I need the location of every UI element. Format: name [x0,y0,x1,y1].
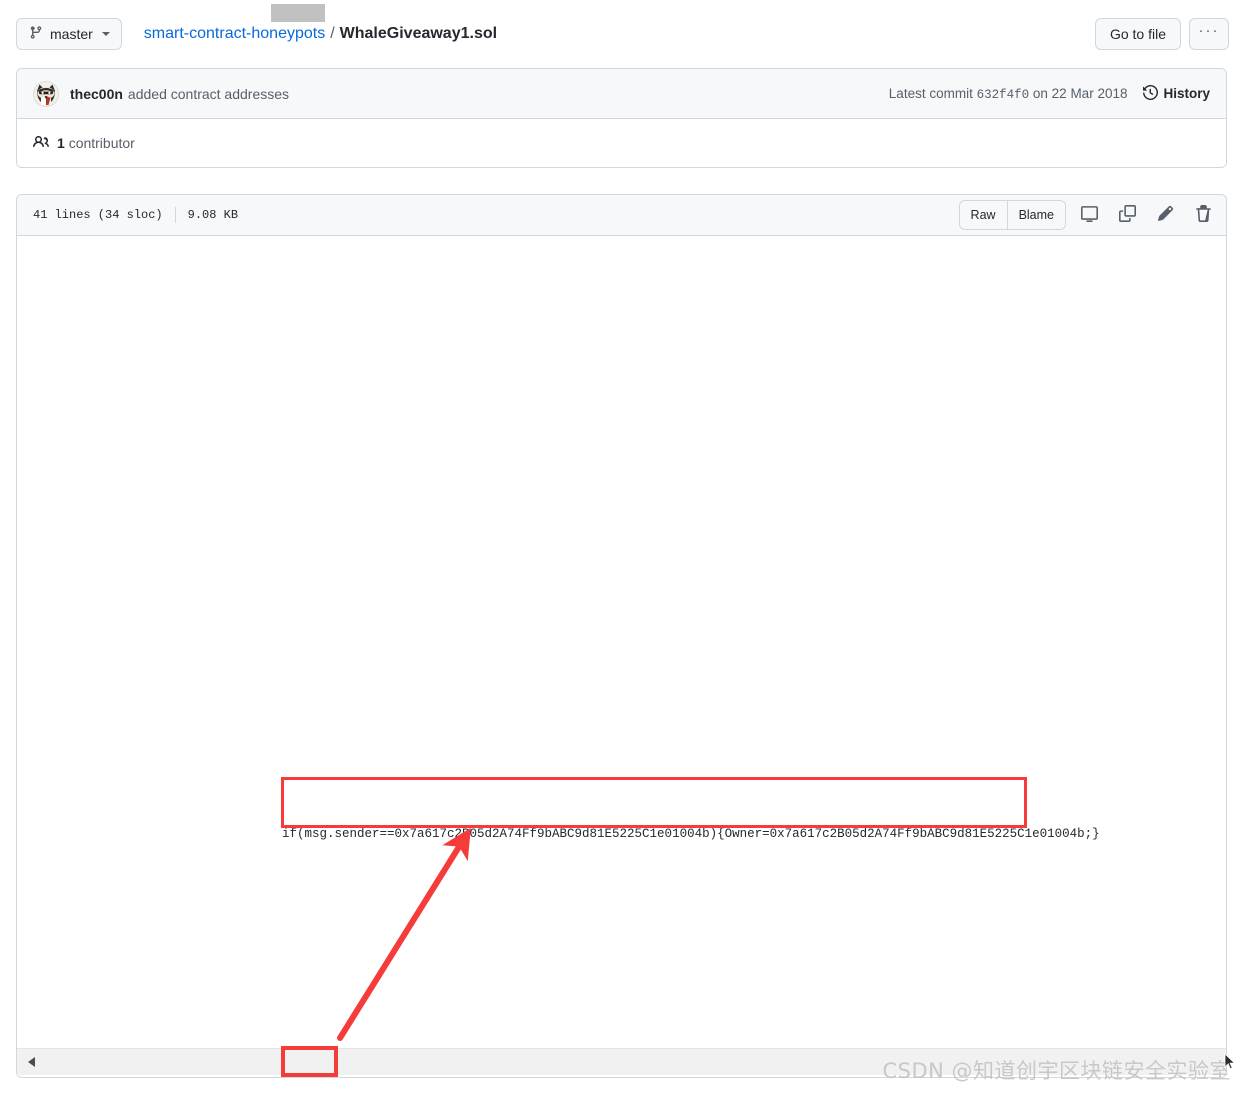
triangle-left-icon [28,1057,35,1067]
contributors-label: contributor [68,135,135,151]
file-header-toolbar: 41 lines (34 sloc) 9.08 KB Raw Blame [17,195,1226,236]
commit-message-link[interactable]: added contract addresses [128,86,289,102]
chevron-down-icon [101,32,110,36]
code-viewport[interactable]: if(msg.sender==0x7a617c2B05d2A74Ff9bABC9… [17,236,1226,1059]
history-clock-icon [1143,84,1159,103]
commit-date-preposition: on [1032,85,1048,101]
contributors-count: 1 [57,135,65,151]
edit-file-button[interactable] [1150,201,1180,229]
git-branch-icon [29,25,43,43]
file-stats: 41 lines (34 sloc) 9.08 KB [33,207,238,223]
contributors-link[interactable]: 1 contributor [57,135,135,151]
pencil-icon [1157,205,1174,225]
file-actions: Raw Blame [958,200,1218,230]
breadcrumb-file-name: WhaleGiveaway1.sol [339,25,498,42]
avatar[interactable] [33,80,59,107]
latest-commit-panel: thec00n added contract addresses Latest … [16,68,1227,168]
breadcrumb-repo-link[interactable]: smart-contract-honeypots [144,25,325,43]
raw-blame-segmented-control: Raw Blame [958,200,1066,230]
more-options-button[interactable]: ··· [1189,18,1229,50]
stats-divider [174,207,176,223]
mouse-cursor-icon [1224,1053,1236,1070]
commit-sha-link[interactable]: 632f4f0 [977,88,1030,102]
commit-author-link[interactable]: thec00n [70,86,123,102]
latest-commit-info: Latest commit 632f4f0 on 22 Mar 2018 [889,86,1128,102]
history-label: History [1163,86,1210,101]
history-link[interactable]: History [1143,84,1210,103]
file-nav-toolbar: master smart-contract-honeypots / WhaleG… [16,14,1229,54]
raw-button[interactable]: Raw [959,201,1007,229]
people-icon [33,134,49,153]
file-size-label: 9.08 KB [187,208,239,222]
trash-icon [1195,205,1212,225]
blame-button[interactable]: Blame [1006,201,1065,229]
commit-meta: Latest commit 632f4f0 on 22 Mar 2018 His… [889,84,1210,103]
copy-icon [1118,205,1136,225]
breadcrumb: smart-contract-honeypots / WhaleGiveaway… [144,25,497,43]
scroll-left-arrow-icon[interactable] [23,1057,40,1067]
branch-selector-button[interactable]: master [16,18,122,50]
github-file-view-page: master smart-contract-honeypots / WhaleG… [0,0,1245,1093]
toolbar-actions: Go to file ··· [1094,18,1229,50]
contributors-row: 1 contributor [17,119,1226,167]
commit-date: 22 Mar 2018 [1051,85,1128,101]
branch-name-label: master [50,26,93,42]
latest-commit-row: thec00n added contract addresses Latest … [17,69,1226,119]
copy-raw-contents-button[interactable] [1112,201,1142,229]
watermark-text: CSDN @知道创宇区块链安全实验室 [882,1059,1231,1083]
go-to-file-button[interactable]: Go to file [1094,18,1181,50]
code-line-content: if(msg.sender==0x7a617c2B05d2A74Ff9bABC9… [282,827,1100,841]
desktop-icon [1080,205,1098,225]
file-lines-label: 41 lines (34 sloc) [33,208,163,222]
open-in-desktop-button[interactable] [1074,201,1104,229]
file-content-panel: 41 lines (34 sloc) 9.08 KB Raw Blame if(… [16,194,1227,1078]
delete-file-button[interactable] [1188,201,1218,229]
scrollbar-thumb[interactable] [271,4,325,22]
latest-commit-label: Latest commit [888,85,973,101]
breadcrumb-separator: / [330,25,335,42]
